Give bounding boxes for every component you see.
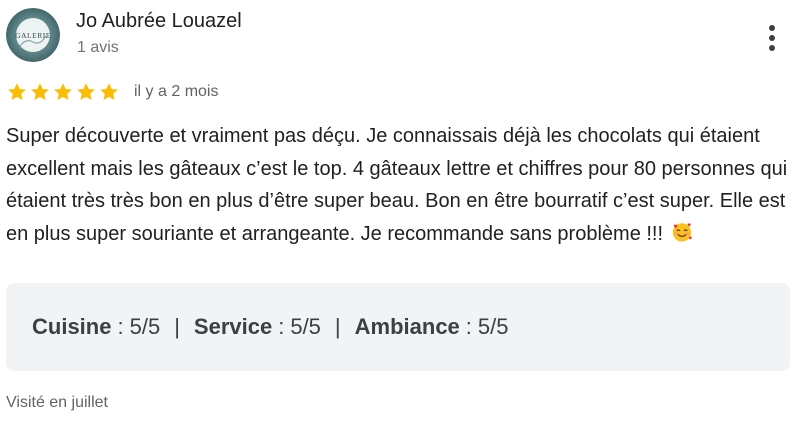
star-icon — [100, 83, 118, 100]
review-text: Super découverte et vraiment pas déçu. J… — [6, 120, 796, 250]
category-divider: | — [174, 314, 180, 339]
category-value: 5/5 — [129, 314, 161, 339]
rating-row: il y a 2 mois — [6, 80, 218, 104]
category-colon: : — [465, 314, 472, 339]
star-icon — [8, 83, 26, 100]
category-value: 5/5 — [290, 314, 321, 339]
more-options-button[interactable] — [756, 18, 788, 58]
avatar[interactable]: GALERIE — [6, 8, 60, 62]
star-icon — [54, 83, 72, 100]
category-ratings: Cuisine:5/5 | Service:5/5 | Ambiance:5/5 — [6, 283, 790, 371]
review-count: 1 avis — [77, 39, 119, 56]
visit-date: Visité en juillet — [6, 394, 108, 411]
author-name[interactable]: Jo Aubrée Louazel — [76, 10, 242, 33]
star-icon — [31, 83, 49, 100]
category-name: Ambiance — [354, 314, 460, 339]
svg-text:GALERIE: GALERIE — [15, 31, 51, 40]
category-colon: : — [278, 314, 285, 339]
category-divider: | — [334, 314, 341, 339]
review-date: il y a 2 mois — [134, 83, 219, 100]
category-rating-cuisine: Cuisine:5/5 — [32, 314, 160, 340]
category-name: Cuisine — [32, 314, 112, 339]
category-rating-service: Service:5/5 — [194, 314, 321, 340]
smiling-face-with-hearts-icon — [672, 222, 692, 242]
star-rating — [6, 81, 120, 103]
galerie-logo: GALERIE — [6, 8, 60, 62]
category-rating-ambiance: Ambiance:5/5 — [355, 314, 509, 340]
star-icon — [77, 83, 95, 100]
category-value: 5/5 — [477, 314, 509, 339]
more-vert-icon — [769, 25, 775, 51]
category-colon: : — [117, 314, 124, 339]
category-name: Service — [193, 314, 273, 339]
